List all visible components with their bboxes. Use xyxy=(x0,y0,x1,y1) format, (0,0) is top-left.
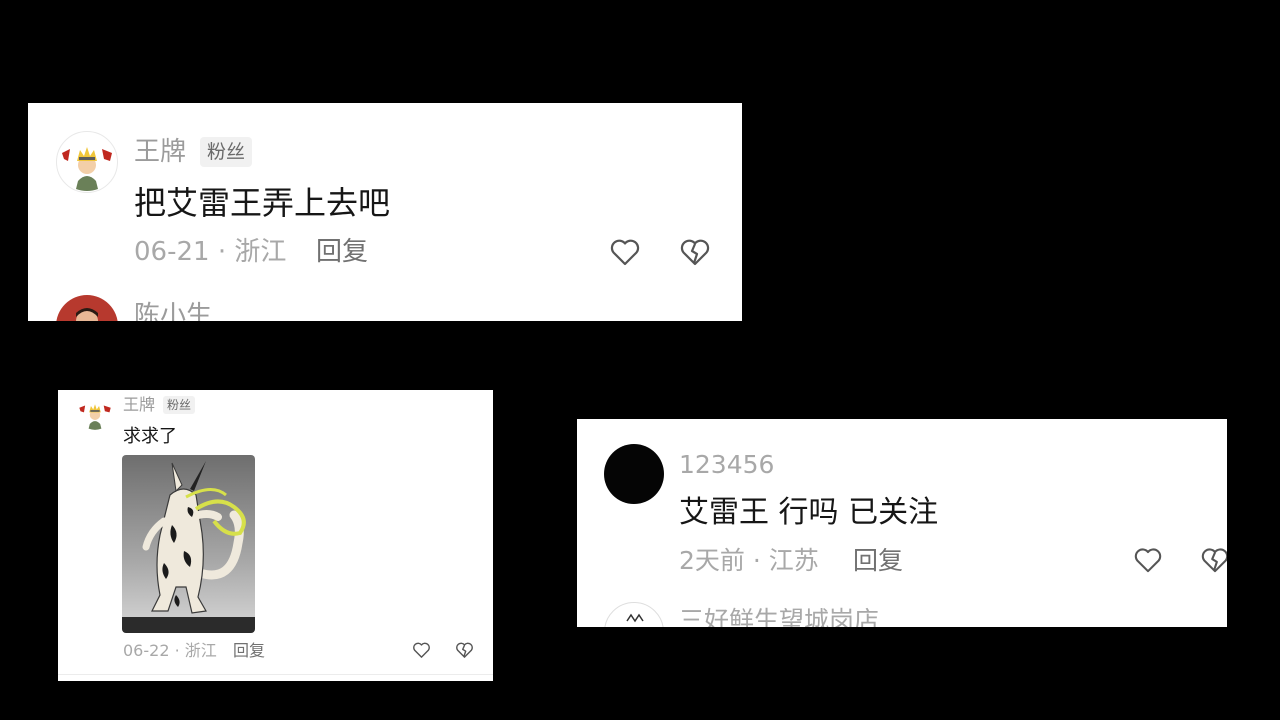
dislike-button[interactable] xyxy=(455,641,474,659)
comment-card-1: 王牌 粉丝 把艾雷王弄上去吧 06-21 · 浙江 回复 陈小生 xyxy=(28,103,742,321)
comment-text: 求求了 xyxy=(123,426,177,447)
broken-heart-icon xyxy=(680,239,710,266)
username[interactable]: 王牌 xyxy=(123,395,155,415)
reply-button[interactable]: 回复 xyxy=(853,545,903,577)
store-logo-icon xyxy=(626,613,644,623)
broken-heart-icon xyxy=(456,642,473,658)
next-comment-avatar[interactable] xyxy=(604,602,664,627)
like-button[interactable] xyxy=(412,641,431,659)
next-comment-username[interactable]: 陈小生 xyxy=(134,299,212,321)
comment-text: 艾雷王 行吗 已关注 xyxy=(679,495,939,530)
comment-card-2: 王牌 粉丝 求求了 06-22 · 浙江 回复 xyxy=(58,390,493,681)
comment-meta: 2天前 · 江苏 xyxy=(679,546,819,575)
dislike-button[interactable] xyxy=(679,237,711,267)
like-button[interactable] xyxy=(1133,546,1163,574)
fan-badge: 粉丝 xyxy=(163,396,196,414)
like-button[interactable] xyxy=(609,237,641,267)
heart-icon xyxy=(610,239,640,266)
comment-text: 把艾雷王弄上去吧 xyxy=(134,184,391,222)
username[interactable]: 王牌 xyxy=(134,135,186,169)
heart-icon xyxy=(413,642,430,658)
comment-meta: 06-21 · 浙江 xyxy=(134,237,287,267)
heart-icon xyxy=(1134,548,1162,573)
screenshot-stage: 王牌 粉丝 把艾雷王弄上去吧 06-21 · 浙江 回复 陈小生 王牌 粉丝 求… xyxy=(0,0,1280,720)
username[interactable]: 123456 xyxy=(679,449,774,481)
comment-meta: 06-22 · 浙江 xyxy=(123,641,217,660)
comment-card-3: 123456 艾雷王 行吗 已关注 2天前 · 江苏 回复 三好鲜生望城岗店 xyxy=(577,419,1227,627)
comment-image[interactable] xyxy=(122,455,255,633)
monster-figure-image xyxy=(122,455,255,633)
person-avatar-icon xyxy=(56,295,118,321)
next-comment-username[interactable]: 三好鲜生望城岗店 xyxy=(679,605,879,627)
fan-badge: 粉丝 xyxy=(200,137,253,167)
naruto-avatar-icon xyxy=(77,395,113,431)
reply-button[interactable]: 回复 xyxy=(233,641,265,661)
next-comment-avatar[interactable] xyxy=(56,295,118,321)
dislike-button[interactable] xyxy=(1200,546,1227,574)
divider xyxy=(58,674,493,675)
reply-button[interactable]: 回复 xyxy=(316,236,368,268)
naruto-avatar-icon xyxy=(56,131,118,193)
avatar[interactable] xyxy=(56,131,118,193)
avatar[interactable] xyxy=(77,395,113,431)
black-circle-avatar[interactable] xyxy=(604,444,664,504)
broken-heart-icon xyxy=(1201,548,1227,573)
